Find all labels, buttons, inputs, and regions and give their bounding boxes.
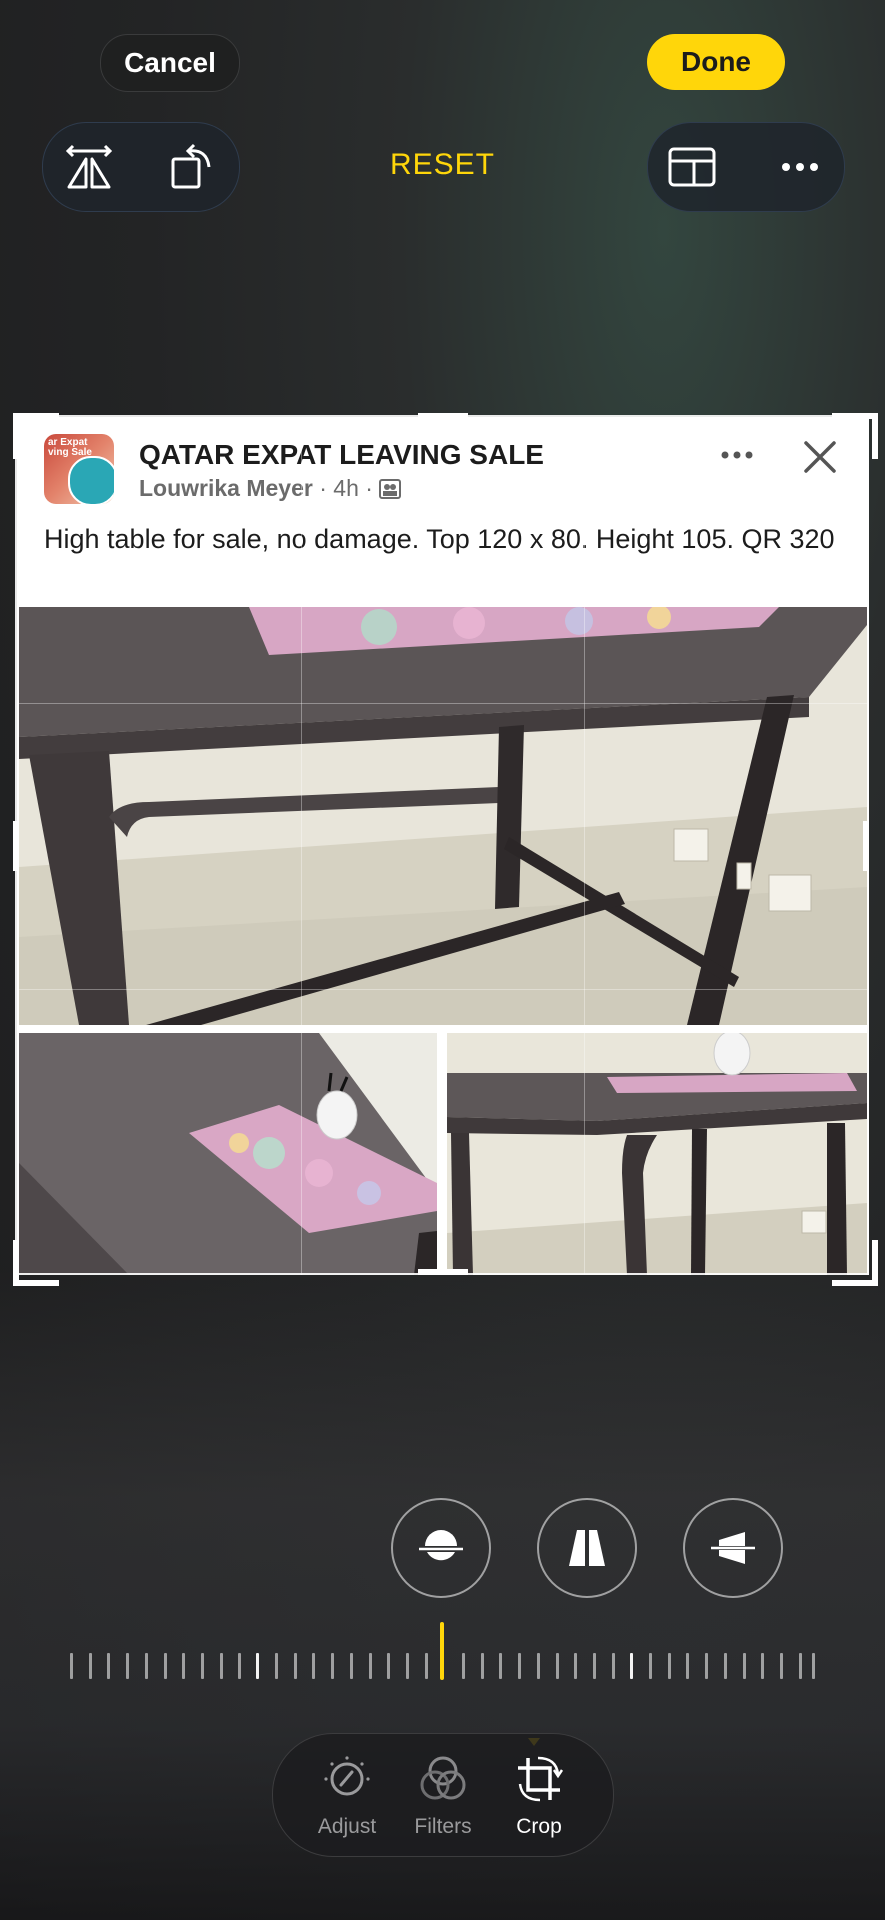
post-body: High table for sale, no damage. Top 120 … (44, 524, 835, 554)
tab-crop[interactable]: Crop (489, 1754, 589, 1839)
crop-handle-bottom-left[interactable] (13, 1240, 59, 1286)
ruler-tick (705, 1653, 709, 1679)
ruler-tick (536, 1653, 540, 1679)
ruler-tick (424, 1653, 428, 1679)
ruler-tick (723, 1653, 727, 1679)
ruler-tick (667, 1653, 671, 1679)
crop-grid-line (17, 703, 869, 704)
ruler-tick (368, 1653, 372, 1679)
author-photo (68, 456, 114, 504)
post-time: 4h (333, 475, 359, 501)
cancel-button[interactable]: Cancel (100, 34, 240, 92)
rotate-icon[interactable] (167, 141, 219, 193)
ruler-tick (518, 1653, 522, 1679)
ruler-tick (88, 1653, 92, 1679)
tab-adjust-label: Adjust (317, 1815, 377, 1838)
post-meta: Louwrika Meyer · 4h · (139, 475, 402, 502)
straighten-button[interactable] (391, 1498, 491, 1598)
crop-rotate-icon (518, 1756, 564, 1802)
more-icon[interactable] (774, 141, 826, 193)
crop-image[interactable]: ar Expat ving Sale QATAR EXPAT LEAVING S… (17, 417, 869, 1275)
vertical-perspective-button[interactable] (537, 1498, 637, 1598)
author-name: Louwrika Meyer (139, 475, 313, 501)
post-more-icon (721, 451, 753, 459)
horizontal-perspective-icon (711, 1532, 755, 1564)
ruler-tick (144, 1653, 148, 1679)
aspect-more-group (647, 122, 845, 212)
angle-indicator (440, 1622, 444, 1680)
ruler-tick (574, 1653, 578, 1679)
ruler-tick (779, 1653, 783, 1679)
ruler-tick (798, 1653, 802, 1679)
crop-grid-line (301, 417, 302, 1275)
table-photo-main (19, 607, 867, 1025)
ruler-tick (312, 1653, 316, 1679)
ruler-tick (182, 1653, 186, 1679)
adjust-dial-icon (324, 1756, 370, 1796)
done-button[interactable]: Done (647, 34, 785, 90)
vertical-perspective-icon (569, 1530, 605, 1566)
meta-separator: · (319, 475, 327, 501)
table-photo-right (447, 1033, 867, 1275)
straighten-horizon-icon (419, 1530, 463, 1561)
filters-circles-icon (420, 1756, 466, 1800)
crop-handle-bottom[interactable] (418, 1269, 468, 1275)
ruler-tick (219, 1653, 223, 1679)
table-photo-left (19, 1033, 437, 1275)
ruler-tick (126, 1653, 130, 1679)
ruler-tick (592, 1653, 596, 1679)
ruler-tick (812, 1653, 815, 1679)
reset-button[interactable]: RESET (370, 148, 515, 182)
tab-adjust[interactable]: Adjust (297, 1754, 397, 1839)
group-audience-icon (379, 479, 402, 499)
ruler-tick (462, 1653, 465, 1679)
ruler-tick (238, 1653, 242, 1679)
ruler-tick (349, 1653, 353, 1679)
ruler-tick (200, 1653, 204, 1679)
ruler-tick (761, 1653, 765, 1679)
ruler-tick (499, 1653, 503, 1679)
crop-grid-line (584, 417, 585, 1275)
ruler-tick (555, 1653, 559, 1679)
ruler-tick (163, 1653, 167, 1679)
crop-handle-top-right[interactable] (832, 413, 878, 459)
ruler-tick-major (630, 1653, 633, 1679)
ruler-tick (405, 1653, 409, 1679)
flip-rotate-group (42, 122, 240, 212)
meta-separator-2: · (365, 475, 373, 501)
group-name: QATAR EXPAT LEAVING SALE (139, 439, 544, 470)
crop-handle-right[interactable] (863, 821, 869, 871)
ruler-tick (611, 1653, 615, 1679)
crop-handle-top-left[interactable] (13, 413, 59, 459)
aspect-ratio-icon[interactable] (666, 141, 718, 193)
ruler-tick (331, 1653, 335, 1679)
ruler-tick (742, 1653, 746, 1679)
ruler-tick (70, 1653, 73, 1679)
ruler-tick (107, 1653, 111, 1679)
edit-mode-tabbar: Adjust Filters Crop (272, 1733, 614, 1857)
flip-horizontal-icon[interactable] (63, 141, 115, 193)
ruler-tick (387, 1653, 391, 1679)
ruler-tick (293, 1653, 297, 1679)
crop-handle-bottom-right[interactable] (832, 1240, 878, 1286)
crop-handle-left[interactable] (13, 821, 19, 871)
horizontal-perspective-button[interactable] (683, 1498, 783, 1598)
ruler-tick (480, 1653, 484, 1679)
ruler-tick-major (256, 1653, 259, 1679)
ruler-tick (275, 1653, 278, 1679)
tab-filters-label: Filters (414, 1815, 472, 1838)
tab-filters[interactable]: Filters (393, 1754, 493, 1839)
crop-grid-line (17, 989, 869, 990)
crop-handle-top[interactable] (418, 413, 468, 419)
ruler-tick (686, 1653, 690, 1679)
ruler-tick (649, 1653, 652, 1679)
tab-crop-label: Crop (516, 1815, 562, 1838)
